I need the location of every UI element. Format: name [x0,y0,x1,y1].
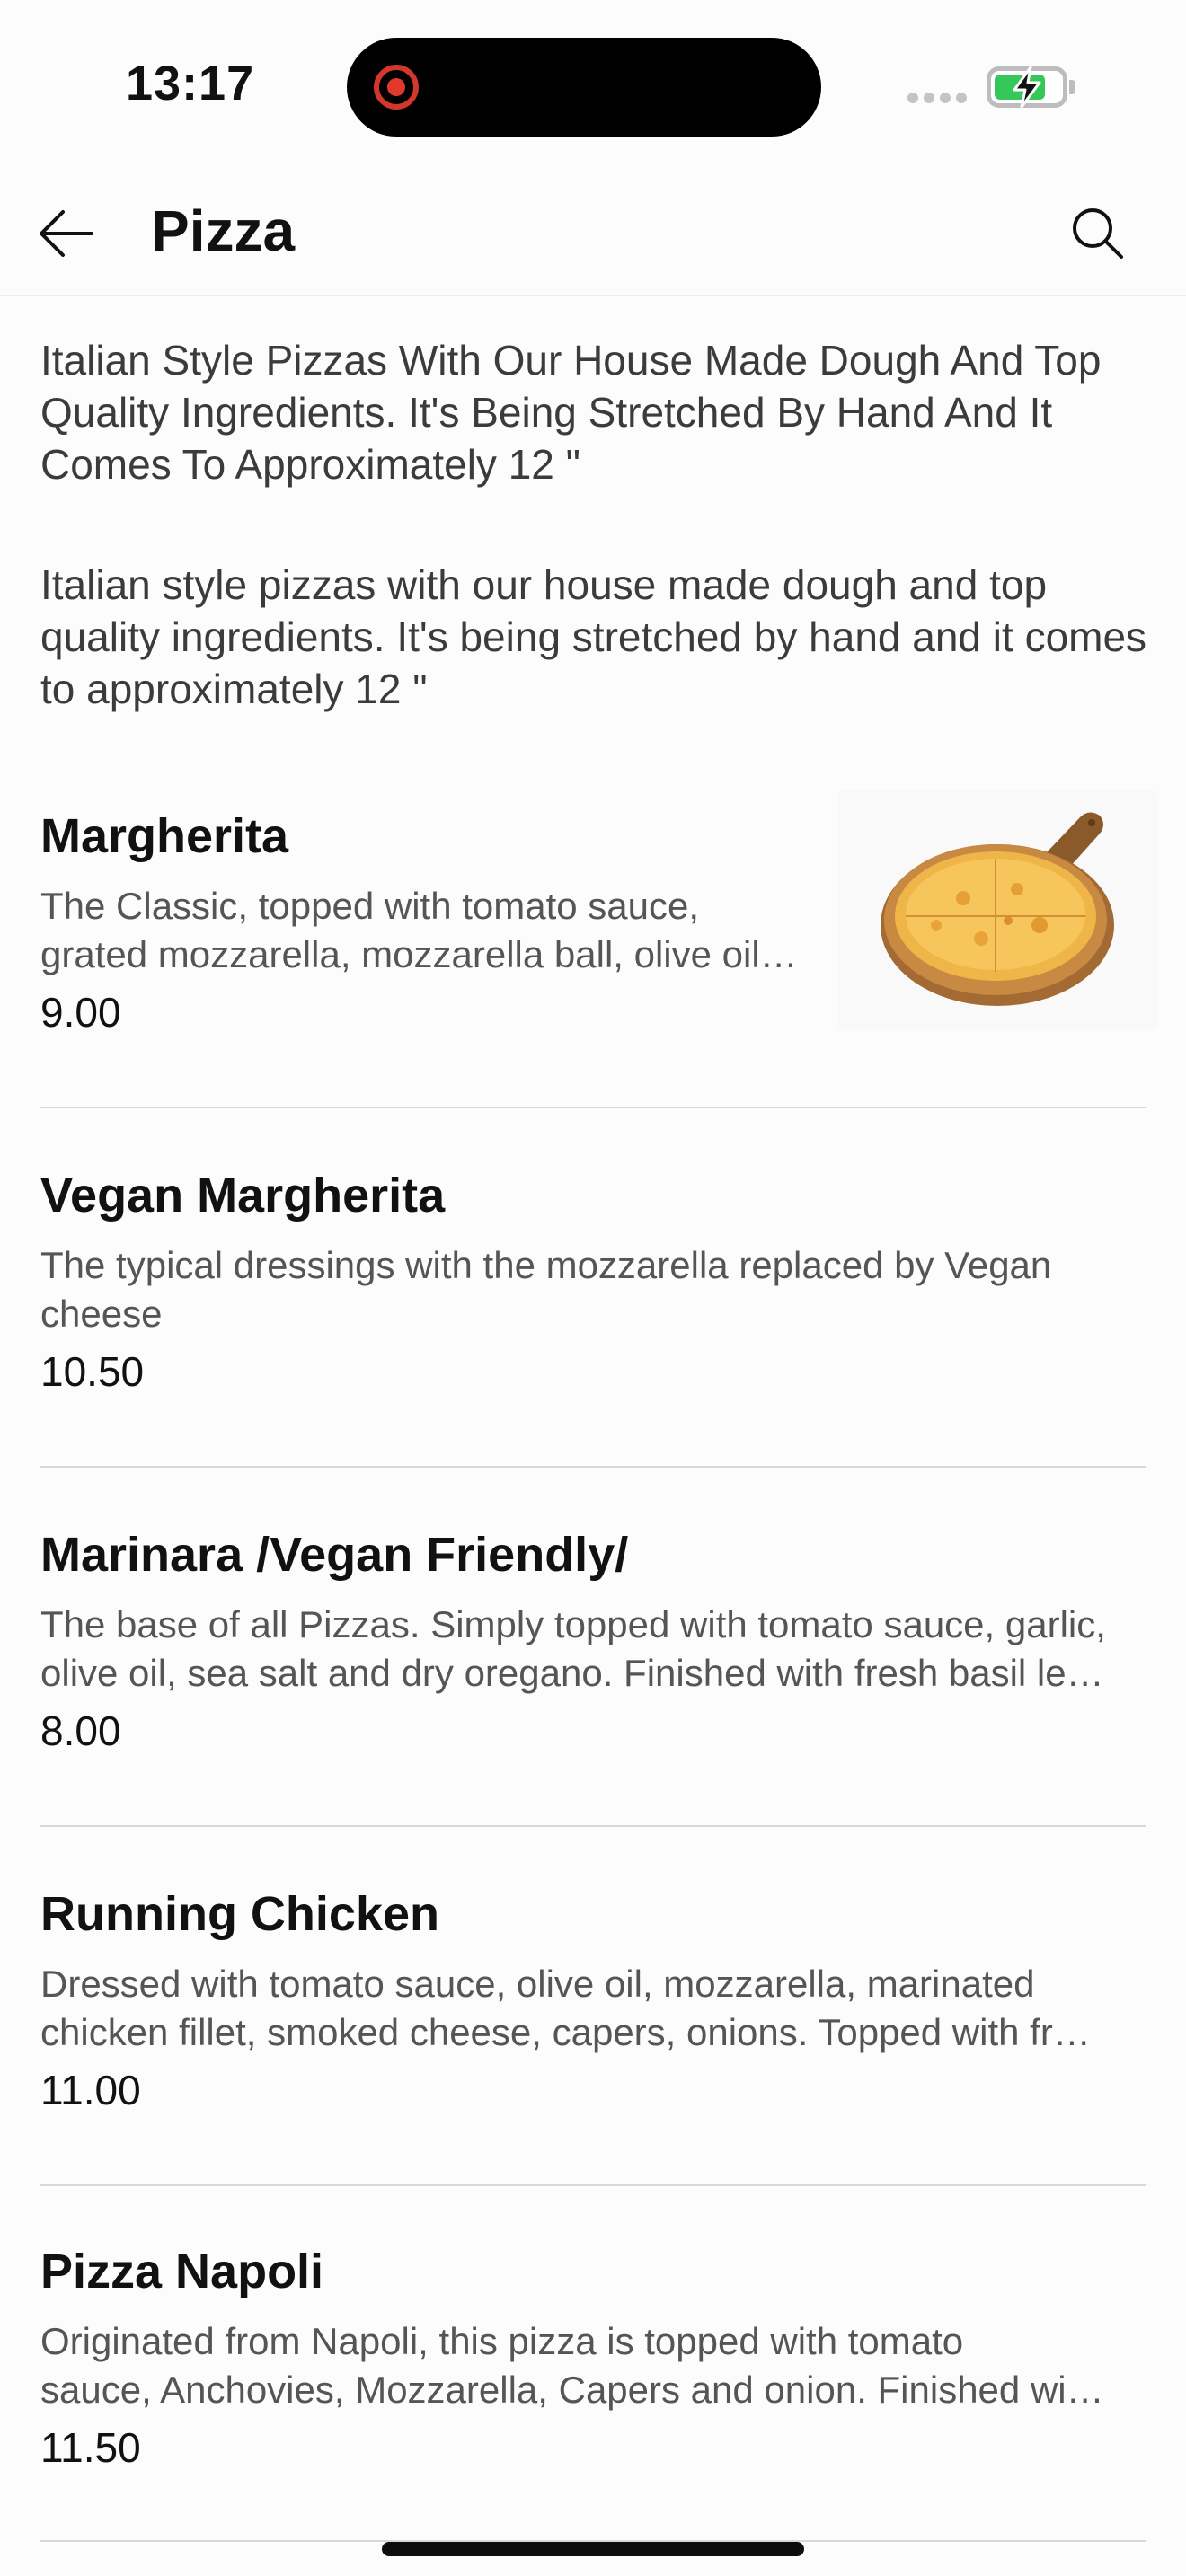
item-price: 10.50 [40,1348,145,1395]
search-button[interactable] [1066,201,1130,266]
item-divider [40,2184,1146,2186]
item-price: 8.00 [40,1707,121,1754]
status-bar: 13:17 [0,0,1186,171]
item-description: Dressed with tomato sauce, olive oil, mo… [40,1963,1091,2053]
back-button[interactable] [36,205,101,262]
cellular-signal-icon [907,93,969,103]
screen-recording-icon [374,65,419,110]
item-description: The typical dressings with the mozzarell… [40,1244,1052,1335]
home-indicator[interactable] [382,2542,804,2556]
dynamic-island [347,38,821,137]
item-name: Margherita [40,809,289,863]
item-divider [40,1107,1146,1108]
item-name: Vegan Margherita [40,1169,446,1222]
arrow-left-icon [40,210,93,257]
item-price: 11.00 [40,2067,141,2113]
category-description: Italian style pizzas with our house made… [40,561,1147,712]
menu-item-vegan-margherita[interactable]: Vegan Margherita The typical dressings w… [0,1168,1186,1527]
item-description: Originated from Napoli, this pizza is to… [40,2320,1104,2411]
search-icon [1073,208,1123,259]
page-title: Pizza [151,198,296,263]
item-divider [40,1825,1146,1827]
menu-item-marinara[interactable]: Marinara /Vegan Friendly/ The base of al… [0,1527,1186,1886]
screen: 13:17 Pizza Italian Style Pizzas With Ou… [0,0,1186,2576]
menu-item-margherita[interactable]: Margherita The Classic, topped with toma… [0,790,1186,1168]
item-description: The base of all Pizzas. Simply topped wi… [40,1603,1106,1694]
item-price: 9.00 [40,989,121,1036]
status-time: 13:17 [126,57,255,110]
battery-charging-icon [987,66,1075,109]
menu-item-running-chicken[interactable]: Running Chicken Dressed with tomato sauc… [0,1886,1186,2245]
item-name: Pizza Napoli [40,2245,324,2298]
item-divider [40,1466,1146,1468]
item-name: Marinara /Vegan Friendly/ [40,1528,629,1582]
item-description: The Classic, topped with tomato sauce, g… [40,885,798,975]
item-name: Running Chicken [40,1887,439,1941]
app-header: Pizza [0,171,1186,296]
item-price: 11.50 [40,2424,141,2471]
category-description-title-case: Italian Style Pizzas With Our House Made… [40,337,1102,488]
margherita-pizza-image [837,790,1157,1029]
menu-item-pizza-napoli[interactable]: Pizza Napoli Originated from Napoli, thi… [0,2244,1186,2576]
